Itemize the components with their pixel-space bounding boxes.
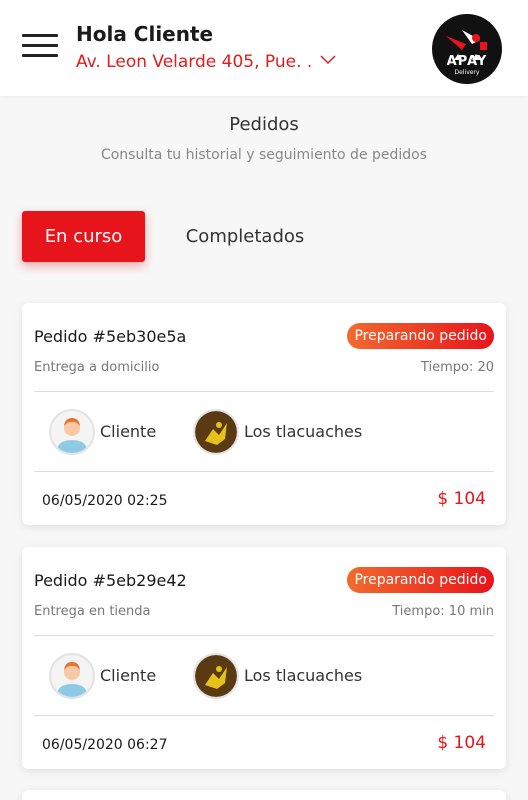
store-avatar-icon (193, 409, 239, 455)
logo-subtext: Delivery (454, 69, 480, 76)
order-date: 06/05/2020 02:25 (42, 493, 168, 509)
logo-text: APAY (446, 54, 488, 69)
brand-logo: APAY Delivery (432, 14, 502, 84)
status-badge: Preparando pedido (347, 323, 494, 349)
divider (34, 391, 494, 392)
app-header: Hola Cliente Av. Leon Velarde 405, Pue. … (0, 0, 528, 96)
menu-icon[interactable] (22, 34, 58, 58)
store-avatar-icon (193, 653, 239, 699)
delivery-time: Tiempo: 20 (420, 360, 494, 375)
status-badge: Preparando pedido (347, 567, 494, 593)
address-text: Av. Leon Velarde 405, Pue. . (76, 52, 313, 72)
customer-avatar-icon (49, 409, 95, 455)
greeting-text: Hola Cliente (76, 22, 214, 46)
divider (34, 715, 494, 716)
delivery-type: Entrega en tienda (34, 604, 151, 619)
order-card[interactable]: Pedido #5eb29e42 Preparando pedido Entre… (22, 547, 506, 769)
order-id: Pedido #5eb29e42 (34, 571, 187, 590)
order-price: $ 104 (437, 489, 486, 509)
store-name: Los tlacuaches (244, 666, 363, 685)
chevron-down-icon (320, 55, 336, 65)
order-card[interactable]: Pedido #5eb30e5a Preparando pedido Entre… (22, 303, 506, 525)
divider (34, 635, 494, 636)
divider (34, 471, 494, 472)
delivery-type: Entrega a domicilio (34, 360, 160, 375)
order-price: $ 104 (437, 733, 486, 753)
page-title: Pedidos (229, 114, 299, 135)
store-name: Los tlacuaches (244, 422, 363, 441)
tab-en-curso[interactable]: En curso (22, 211, 145, 262)
customer-name: Cliente (100, 666, 157, 685)
customer-avatar-icon (49, 653, 95, 699)
tab-completados[interactable]: Completados (165, 211, 325, 262)
delivery-time: Tiempo: 10 min (392, 604, 494, 619)
order-id: Pedido #5eb30e5a (34, 327, 187, 346)
address-selector[interactable]: Av. Leon Velarde 405, Pue. . (76, 52, 336, 72)
order-card-partial[interactable] (22, 790, 506, 800)
customer-name: Cliente (100, 422, 157, 441)
order-date: 06/05/2020 06:27 (42, 737, 168, 753)
page-subtitle: Consulta tu historial y seguimiento de p… (100, 147, 428, 163)
